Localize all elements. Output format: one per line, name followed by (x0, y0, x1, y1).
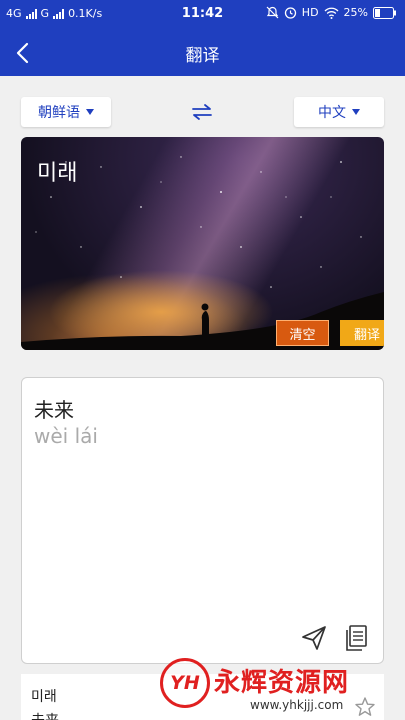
translation-result: 未来 wèi lái (21, 377, 384, 664)
status-right: HD 25% (266, 6, 397, 19)
send-icon[interactable] (300, 624, 328, 652)
clear-button[interactable]: 清空 (276, 320, 329, 346)
captured-image: 미래 清空 翻译 (21, 137, 384, 350)
app-bar: 翻译 (0, 28, 405, 76)
pinyin-text: wèi lái (34, 424, 98, 448)
status-bar: 4G G 0.1K/s 11:42 HD 25% (0, 0, 405, 28)
battery-percent: 25% (343, 6, 368, 19)
source-language-label: 朝鲜语 (38, 105, 80, 121)
alarm-icon (284, 7, 296, 19)
dropdown-caret-icon (86, 109, 94, 115)
source-language-select[interactable]: 朝鲜语 (21, 97, 111, 127)
mute-bell-icon (266, 6, 279, 19)
translate-button[interactable]: 翻译 (340, 320, 384, 346)
history-target-text: 未来 (31, 710, 59, 720)
horizon-silhouette (21, 292, 384, 350)
copy-icon[interactable] (344, 624, 368, 652)
watermark-text: 永辉资源网 (214, 668, 350, 698)
page-title: 翻译 (185, 46, 220, 66)
watermark-url: www.yhkjjj.com (250, 698, 344, 712)
target-language-select[interactable]: 中文 (294, 97, 384, 127)
recognized-text: 미래 (37, 161, 78, 186)
watermark: YH 永辉资源网 www.yhkjjj.com (160, 656, 390, 720)
wifi-icon (324, 7, 339, 19)
hd-badge: HD (301, 6, 319, 19)
dropdown-caret-icon (352, 109, 360, 115)
history-source-text: 미래 (31, 689, 57, 705)
target-language-label: 中文 (318, 105, 346, 121)
translation-text: 未来 (34, 398, 74, 422)
battery-icon (373, 6, 396, 19)
swap-languages-icon[interactable] (190, 101, 214, 123)
watermark-logo: YH (160, 658, 210, 708)
